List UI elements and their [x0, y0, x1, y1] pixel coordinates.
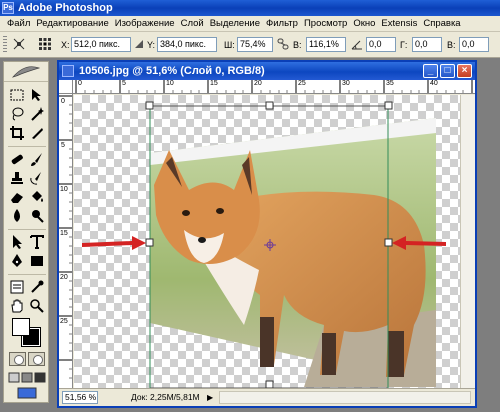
ruler-v-label: 20	[60, 274, 68, 281]
grip-handle[interactable]	[3, 36, 7, 54]
ruler-h-label: 30	[342, 80, 350, 87]
horizontal-ruler[interactable]: 0 5 10 15 20 25 30 35 40	[73, 80, 475, 94]
tools-palette	[3, 61, 49, 403]
angle-field[interactable]: 0,0	[366, 37, 396, 52]
hskew-field[interactable]: 0,0	[412, 37, 442, 52]
ruler-v-label: 15	[60, 230, 68, 237]
vskew-field[interactable]: 0,0	[459, 37, 489, 52]
eyedropper-icon[interactable]	[29, 279, 45, 295]
y-label: Y:	[147, 40, 156, 50]
vertical-scrollbar[interactable]	[460, 95, 475, 388]
crop-tool-icon[interactable]	[9, 125, 25, 141]
quick-mask-button[interactable]	[28, 352, 45, 366]
eraser-tool-icon[interactable]	[9, 189, 25, 205]
document-window: 10506.jpg @ 51,6% (Слой 0, RGB/8) _ □ ×	[57, 60, 477, 408]
x-label: X:	[61, 40, 70, 50]
menu-file[interactable]: Файл	[4, 16, 33, 32]
close-button[interactable]: ×	[457, 64, 472, 78]
triangle-icon[interactable]	[134, 37, 144, 51]
menu-view[interactable]: Просмотр	[301, 16, 350, 32]
blur-tool-icon[interactable]	[9, 208, 25, 224]
y-field[interactable]: 384,0 пикс.	[157, 37, 217, 52]
standard-mode-button[interactable]	[9, 352, 26, 366]
ruler-v-label: 25	[60, 318, 68, 325]
x-field[interactable]: 512,0 пикс.	[71, 37, 131, 52]
pen-tool-icon[interactable]	[9, 253, 25, 269]
menu-select[interactable]: Выделение	[207, 16, 263, 32]
app-title: Adobe Photoshop	[18, 2, 113, 14]
ruler-h-label: 40	[430, 80, 438, 87]
document-icon	[62, 65, 74, 77]
lasso-tool-icon[interactable]	[9, 106, 25, 122]
menu-filter[interactable]: Фильтр	[263, 16, 301, 32]
width-field[interactable]: 75,4%	[237, 37, 273, 52]
menu-edit[interactable]: Редактирование	[33, 16, 111, 32]
red-arrow-left	[82, 236, 146, 250]
ruler-v-label: 0	[61, 98, 65, 105]
image-canvas[interactable]	[74, 95, 460, 388]
foreground-color-swatch[interactable]	[12, 318, 30, 336]
transform-icon[interactable]	[12, 37, 26, 51]
document-info: Док: 2,25M/5,81M	[131, 392, 200, 402]
menu-layer[interactable]: Слой	[178, 16, 207, 32]
feather-icon	[12, 66, 41, 78]
clone-stamp-icon[interactable]	[9, 170, 25, 186]
ruler-v-label: 5	[61, 142, 65, 149]
link-chain-icon[interactable]	[276, 37, 290, 51]
status-bar: 51,56 % Док: 2,25M/5,81M ▶	[59, 388, 475, 406]
zoom-field[interactable]: 51,56 %	[62, 391, 98, 404]
shape-tool-icon[interactable]	[29, 253, 45, 269]
brush-tool-icon[interactable]	[29, 151, 45, 167]
minimize-button[interactable]: _	[423, 64, 438, 78]
zoom-tool-icon[interactable]	[29, 298, 45, 314]
menu-extensis[interactable]: Extensis	[378, 16, 420, 32]
document-titlebar[interactable]: 10506.jpg @ 51,6% (Слой 0, RGB/8) _ □ ×	[59, 62, 475, 80]
ruler-h-label: 10	[166, 80, 174, 87]
magic-wand-icon[interactable]	[29, 106, 45, 122]
menu-image[interactable]: Изображение	[112, 16, 178, 32]
vskew-label: В:	[447, 40, 456, 50]
paint-bucket-icon[interactable]	[29, 189, 45, 205]
history-brush-icon[interactable]	[29, 170, 45, 186]
h-label: В:	[293, 40, 302, 50]
notes-tool-icon[interactable]	[9, 279, 25, 295]
horizontal-scrollbar[interactable]	[219, 391, 471, 404]
ruler-v-label: 10	[60, 186, 68, 193]
path-selection-icon[interactable]	[9, 234, 25, 250]
rotate-icon	[350, 37, 364, 51]
w-label: Ш:	[224, 40, 235, 50]
hskew-label: Г:	[400, 40, 408, 50]
ruler-corner[interactable]	[59, 80, 73, 94]
ruler-h-label: 35	[386, 80, 394, 87]
hand-tool-icon[interactable]	[9, 298, 25, 314]
slice-tool-icon[interactable]	[29, 125, 45, 141]
ruler-h-label: 0	[78, 80, 82, 87]
menu-window[interactable]: Окно	[350, 16, 378, 32]
menubar: Файл Редактирование Изображение Слой Выд…	[0, 16, 500, 32]
maximize-button[interactable]: □	[440, 64, 455, 78]
status-menu-icon[interactable]: ▶	[207, 393, 213, 402]
reference-point-icon[interactable]	[38, 37, 52, 51]
screen-mode-icon[interactable]	[8, 372, 46, 384]
tools-header	[4, 62, 48, 82]
app-titlebar: Ps Adobe Photoshop	[0, 0, 500, 16]
ruler-h-label: 5	[122, 80, 126, 87]
vertical-ruler[interactable]: 0 5 10 15 20 25	[59, 94, 73, 390]
height-field[interactable]: 116,1%	[306, 37, 346, 52]
dodge-tool-icon[interactable]	[29, 208, 45, 224]
options-bar: X: 512,0 пикс. Y: 384,0 пикс. Ш: 75,4% В…	[0, 32, 500, 58]
ruler-h-label: 15	[210, 80, 218, 87]
type-tool-icon[interactable]	[29, 234, 45, 250]
jump-to-imageready-icon[interactable]	[8, 387, 46, 399]
document-title: 10506.jpg @ 51,6% (Слой 0, RGB/8)	[79, 65, 265, 77]
menu-help[interactable]: Справка	[420, 16, 463, 32]
healing-brush-icon[interactable]	[9, 151, 25, 167]
photoshop-logo-icon: Ps	[2, 2, 14, 14]
ruler-h-label: 20	[254, 80, 262, 87]
marquee-tool-icon[interactable]	[9, 87, 25, 103]
ruler-h-label: 25	[298, 80, 306, 87]
move-tool-icon[interactable]	[29, 87, 45, 103]
